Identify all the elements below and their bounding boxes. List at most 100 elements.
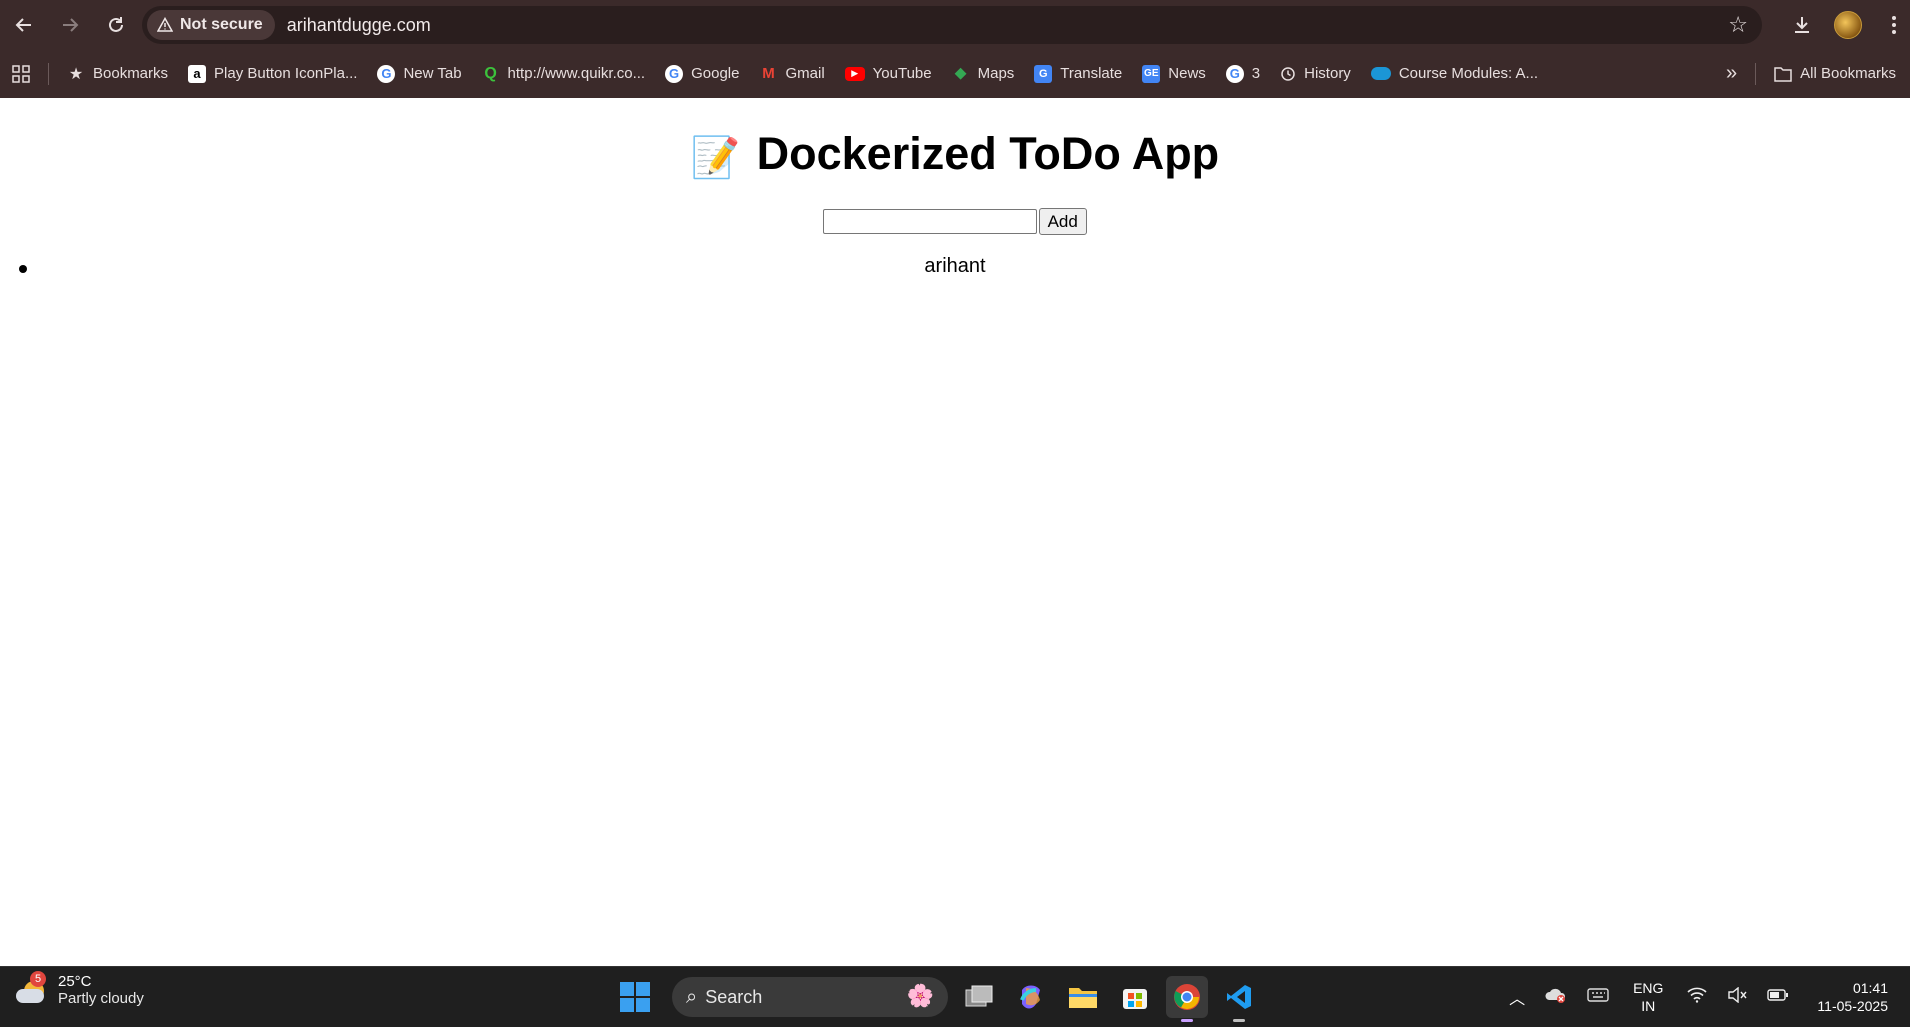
address-bar[interactable]: Not secure arihantdugge.com ☆ <box>142 6 1762 44</box>
forward-arrow-icon <box>63 17 79 32</box>
keyboard-icon[interactable] <box>1587 987 1609 1008</box>
bookmark-item[interactable]: M Gmail <box>749 58 834 90</box>
bookmark-label: History <box>1304 65 1351 82</box>
weather-badge: 5 <box>30 971 46 987</box>
quikr-icon: Q <box>484 64 497 82</box>
kebab-menu-icon <box>1892 15 1896 34</box>
reload-button[interactable] <box>94 3 138 47</box>
todo-form: Add <box>0 208 1910 235</box>
bookmark-item[interactable]: GE News <box>1132 58 1216 90</box>
chrome-icon[interactable] <box>1166 976 1208 1022</box>
profile-button[interactable] <box>1826 3 1870 47</box>
back-button[interactable] <box>2 3 46 47</box>
bookmarks-bar: ★ Bookmarks a Play Button IconPla... G N… <box>0 49 1910 99</box>
bookmarks-bar-right: » All Bookmarks <box>1716 49 1910 98</box>
forward-button[interactable] <box>48 3 92 47</box>
amazon-icon: a <box>188 64 207 83</box>
search-highlight-icon: 🌸 <box>906 983 934 1008</box>
clock-time: 01:41 <box>1852 980 1888 996</box>
onedrive-error-icon[interactable] <box>1545 986 1567 1009</box>
back-arrow-icon <box>15 17 31 32</box>
star-icon: ★ <box>68 65 84 83</box>
bookmark-item[interactable]: Course Modules: A... <box>1361 58 1548 90</box>
youtube-icon: ▶ <box>844 66 865 81</box>
all-bookmarks-button[interactable]: All Bookmarks <box>1764 58 1910 90</box>
running-indicator <box>1233 1019 1245 1022</box>
windows-start-icon[interactable] <box>620 982 650 1012</box>
url-text[interactable]: arihantdugge.com <box>287 15 431 36</box>
taskbar: 5 25°C Partly cloudy ⌕ Search 🌸 ︿ ENG IN… <box>0 966 1910 1027</box>
bookmark-item[interactable]: Q http://www.quikr.co... <box>472 58 656 90</box>
wifi-icon[interactable] <box>1687 987 1707 1008</box>
browser-toolbar: Not secure arihantdugge.com ☆ <box>0 0 1910 49</box>
avatar <box>1834 10 1862 39</box>
download-icon <box>1795 16 1809 33</box>
file-explorer-icon[interactable] <box>1062 976 1104 1018</box>
region-code: IN <box>1641 998 1656 1014</box>
system-clock[interactable]: 01:41 11-05-2025 <box>1817 979 1888 1015</box>
volume-muted-icon[interactable] <box>1727 986 1747 1008</box>
todo-input[interactable] <box>823 209 1038 234</box>
task-view-icon[interactable] <box>958 976 1000 1018</box>
site-info-chip[interactable]: Not secure <box>147 10 275 40</box>
bookmark-item[interactable]: History <box>1270 58 1361 90</box>
google-icon: G <box>1225 64 1244 83</box>
apps-grid-icon <box>12 64 30 83</box>
bookmark-label: Google <box>691 65 740 82</box>
more-bookmarks-chevron-icon[interactable]: » <box>1716 58 1747 90</box>
copilot-icon[interactable] <box>1010 976 1052 1018</box>
partly-cloudy-icon: 5 <box>14 971 48 1007</box>
system-tray: ︿ ENG IN 01:41 11-05-2025 <box>1499 967 1910 1027</box>
clock-date: 11-05-2025 <box>1817 998 1888 1014</box>
todo-list: arihant <box>0 255 1910 281</box>
bookmark-item[interactable]: G Google <box>655 58 749 90</box>
bookmark-item[interactable]: a Play Button IconPla... <box>178 58 367 90</box>
page-content: 📝 Dockerized ToDo App Add arihant <box>0 98 1910 966</box>
downloads-button[interactable] <box>1780 3 1824 47</box>
bookmark-item[interactable]: ⬥ Maps <box>942 58 1025 90</box>
warning-icon <box>157 17 173 32</box>
language-indicator[interactable]: ENG IN <box>1633 979 1663 1015</box>
search-icon: ⌕ <box>686 985 698 1008</box>
search-label: Search <box>705 986 763 1007</box>
reload-icon <box>109 16 123 32</box>
bookmark-label: New Tab <box>403 65 462 82</box>
bullet <box>19 265 27 273</box>
list-item: arihant <box>0 255 1910 281</box>
weather-description: Partly cloudy <box>58 990 144 1007</box>
bookmark-label: 3 <box>1251 65 1261 82</box>
battery-icon[interactable] <box>1767 988 1789 1007</box>
gmail-icon: M <box>762 65 775 82</box>
bookmark-label: http://www.quikr.co... <box>507 65 646 82</box>
bookmark-label: Play Button IconPla... <box>214 65 358 82</box>
taskbar-apps: ⌕ Search 🌸 <box>620 967 1260 1027</box>
weather-widget[interactable]: 5 25°C Partly cloudy <box>14 971 144 1007</box>
translate-icon: G <box>1034 64 1053 83</box>
microsoft-store-icon[interactable] <box>1114 976 1156 1018</box>
news-icon: GE <box>1142 64 1161 83</box>
bookmark-label: Gmail <box>785 65 825 82</box>
bookmark-item[interactable]: G New Tab <box>367 58 471 90</box>
apps-button[interactable] <box>0 58 40 90</box>
divider <box>1755 62 1757 85</box>
memo-icon: 📝 <box>690 136 741 180</box>
maps-icon: ⬥ <box>955 64 967 82</box>
bookmark-label: YouTube <box>872 65 932 82</box>
bookmark-item[interactable]: ★ Bookmarks <box>57 58 178 90</box>
google-icon: G <box>665 64 684 83</box>
google-icon: G <box>377 64 396 83</box>
bookmark-item[interactable]: G 3 <box>1216 58 1270 90</box>
chevron-up-icon[interactable]: ︿ <box>1509 985 1525 1009</box>
bookmark-item[interactable]: G Translate <box>1024 58 1132 90</box>
bookmark-item[interactable]: ▶ YouTube <box>835 58 942 90</box>
running-indicator <box>1181 1019 1193 1022</box>
bookmark-star-icon[interactable]: ☆ <box>1728 12 1748 38</box>
menu-button[interactable] <box>1872 3 1910 47</box>
bookmark-label: Bookmarks <box>93 65 169 82</box>
vscode-icon[interactable] <box>1218 976 1260 1022</box>
taskbar-search[interactable]: ⌕ Search 🌸 <box>672 977 948 1017</box>
add-button[interactable]: Add <box>1038 208 1087 235</box>
bookmark-label: Maps <box>977 65 1015 82</box>
bookmark-label: Course Modules: A... <box>1398 65 1539 82</box>
page-title: 📝 Dockerized ToDo App <box>0 128 1910 181</box>
